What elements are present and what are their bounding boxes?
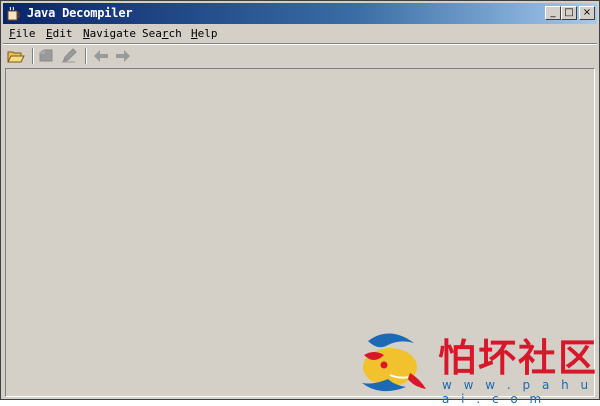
coffee-cup-icon [7,6,20,21]
menu-bar: File Edit Navigate Search Help [3,25,597,43]
watermark-text: 怕坏社区 [438,336,599,380]
watermark-logo-icon [362,333,426,392]
menu-help-rest: elp [197,27,218,40]
menu-search-rest: ch [168,27,182,40]
menu-navigate-mnemonic: N [83,27,90,40]
menu-file[interactable]: File [9,27,36,40]
menu-navigate[interactable]: Navigate [83,27,136,40]
menu-search[interactable]: Search [142,27,182,40]
menu-edit-rest: dit [52,27,73,40]
menu-file-rest: ile [15,27,36,40]
edit-icon[interactable] [59,47,79,65]
window-title: Java Decompiler [27,6,133,20]
menu-help[interactable]: Help [191,27,218,40]
menu-help-mnemonic: H [191,27,198,40]
menu-edit-mnemonic: E [46,27,53,40]
open-folder-icon[interactable] [6,47,26,65]
save-icon[interactable] [37,47,57,65]
watermark: 怕坏社区 w w w . p a h u a i . c o m [350,325,600,406]
maximize-button[interactable]: □ [561,6,577,20]
menu-search-mnemonic: r [161,27,169,40]
menu-search-pre: Sea [142,27,162,40]
toolbar-separator-2 [85,48,87,64]
minimize-button[interactable]: _ [545,6,561,20]
menu-edit[interactable]: Edit [46,27,73,40]
back-arrow-icon[interactable] [91,47,111,65]
menu-file-mnemonic: F [9,27,16,40]
forward-arrow-icon[interactable] [113,47,133,65]
toolbar [3,45,597,67]
watermark-url: w w w . p a h u a i . c o m [442,378,593,406]
close-button[interactable]: × [579,6,595,20]
title-bar[interactable]: Java Decompiler _ □ × [3,3,597,24]
menu-navigate-rest: avigate [89,27,136,40]
toolbar-separator [32,48,34,64]
